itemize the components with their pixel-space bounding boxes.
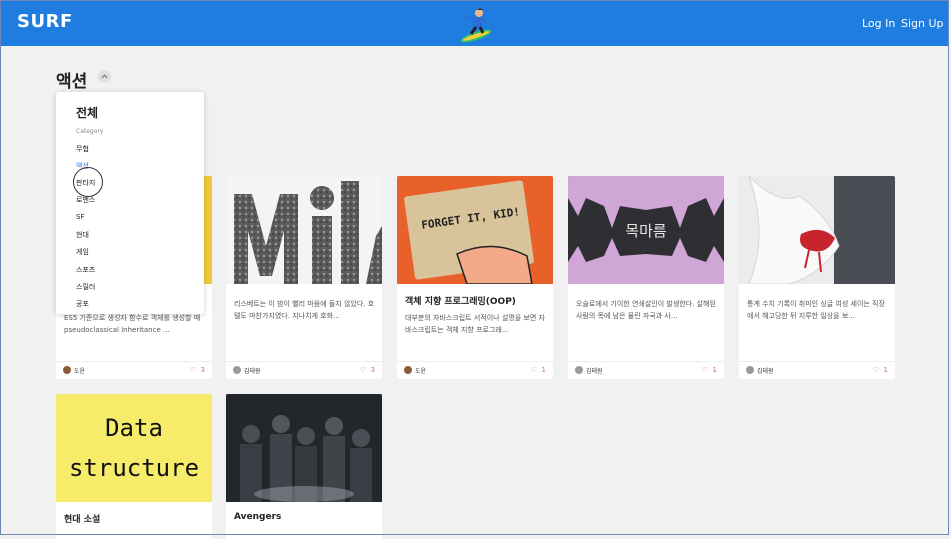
category-toggle-button[interactable] (98, 70, 111, 83)
surfer-logo-icon[interactable] (456, 5, 496, 43)
post-excerpt: 리스베트는 이 밤이 빨리 마음에 들지 않았다. 호텔도 마찬가지였다. 지나… (234, 300, 375, 320)
page-title: 액션 (56, 72, 88, 92)
dropdown-item-all[interactable]: 전체 (76, 104, 98, 121)
like-count: 3 (370, 366, 375, 374)
dropdown-item-horror[interactable]: 공포 (76, 299, 89, 309)
dropdown-item-game[interactable]: 게임 (76, 247, 89, 257)
author-name: 김태원 (586, 368, 603, 375)
post-thumbnail (739, 176, 895, 284)
like-count: 1 (712, 366, 717, 374)
post-thumbnail: FORGET IT, KID! (397, 176, 553, 284)
like-count: 3 (200, 366, 205, 374)
post-card[interactable]: 통계 수치 기록이 취미인 싱글 여성 세이는 직장에서 해고당한 뒤 지루한 … (739, 176, 895, 379)
top-navbar: SURF Log In Sign Up (1, 1, 949, 46)
post-title: 현대 소설 (64, 515, 101, 525)
cover-text: Data structure (68, 414, 200, 482)
movie-poster-avengers (226, 394, 382, 502)
author-avatar (746, 366, 754, 374)
author-avatar (233, 366, 241, 374)
post-footer: 김태원 ♡ 1 (739, 361, 895, 379)
dropdown-item-sf[interactable]: SF (76, 213, 84, 221)
post-excerpt: ES5 기준으로 생성자 함수로 객체를 생성할 때 pseudoclassic… (64, 314, 201, 334)
post-thumbnail (226, 394, 382, 502)
author-name: 도윤 (74, 368, 86, 375)
post-card[interactable]: Data structure 현대 소설 (56, 394, 212, 539)
dropdown-item-thriller[interactable]: 스릴러 (76, 282, 95, 292)
like-count: 1 (883, 366, 888, 374)
book-cover-white-fabric (739, 176, 895, 284)
post-card[interactable]: FORGET IT, KID! 객체 지향 프로그래밍(OOP) 대부분의 자바… (397, 176, 553, 379)
post-thumbnail (226, 176, 382, 284)
heart-icon[interactable]: ♡ (360, 366, 366, 374)
author-name: 김태원 (757, 368, 774, 375)
login-link[interactable]: Log In (862, 17, 895, 30)
post-footer: 김태원 ♡ 1 (568, 361, 724, 379)
post-excerpt: 통계 수치 기록이 취미인 싱글 여성 세이는 직장에서 해고당한 뒤 지루한 … (747, 300, 885, 320)
author-avatar (575, 366, 583, 374)
dropdown-item-martial-arts[interactable]: 무협 (76, 144, 89, 154)
post-footer: 도윤 ♡ 1 (397, 361, 553, 379)
dropdown-category-label: Category (76, 128, 104, 135)
heart-icon[interactable]: ♡ (190, 366, 196, 374)
post-footer: 도윤 ♡ 3 (56, 361, 212, 379)
post-card[interactable]: 리스베트는 이 밤이 빨리 마음에 들지 않았다. 호텔도 마찬가지였다. 지나… (226, 176, 382, 379)
heart-icon[interactable]: ♡ (531, 366, 537, 374)
book-cover-mil (234, 181, 382, 284)
post-footer: 김태원 ♡ 3 (226, 361, 382, 379)
author-name: 김태원 (244, 368, 261, 375)
cursor-highlight (73, 167, 103, 197)
post-thumbnail: Data structure (56, 394, 212, 502)
author-name: 도윤 (415, 368, 427, 375)
post-card[interactable]: Avengers (226, 394, 382, 539)
heart-icon[interactable]: ♡ (702, 366, 708, 374)
signup-link[interactable]: Sign Up (901, 17, 944, 30)
post-card[interactable]: 목마름 오슬로에서 기이한 연쇄살인이 발생한다. 살해된 사람의 목에 남은 … (568, 176, 724, 379)
author-avatar (63, 366, 71, 374)
author-avatar (404, 366, 412, 374)
post-excerpt: 오슬로에서 기이한 연쇄살인이 발생한다. 살해된 사람의 목에 남은 물린 자… (576, 300, 716, 320)
category-dropdown: 전체 Category 무협 액션 판타지 로맨스 SF 현대 게임 스포츠 스… (56, 92, 204, 314)
brand-logo[interactable]: SURF (17, 11, 73, 32)
like-count: 1 (541, 366, 546, 374)
cover-text: 목마름 (625, 222, 667, 240)
dropdown-item-sports[interactable]: 스포츠 (76, 265, 95, 275)
post-title: 객체 지향 프로그래밍(OOP) (405, 297, 516, 307)
post-thumbnail: 목마름 (568, 176, 724, 284)
post-excerpt: 대부분의 자바스크립트 서적이나 설명을 보면 자바스크립트는 객체 지향 프로… (405, 314, 545, 334)
book-cover-forget-it-kid (397, 176, 553, 284)
dropdown-item-modern[interactable]: 현대 (76, 230, 89, 240)
post-title: Avengers (234, 512, 282, 522)
heart-icon[interactable]: ♡ (873, 366, 879, 374)
chevron-up-icon (101, 74, 108, 79)
